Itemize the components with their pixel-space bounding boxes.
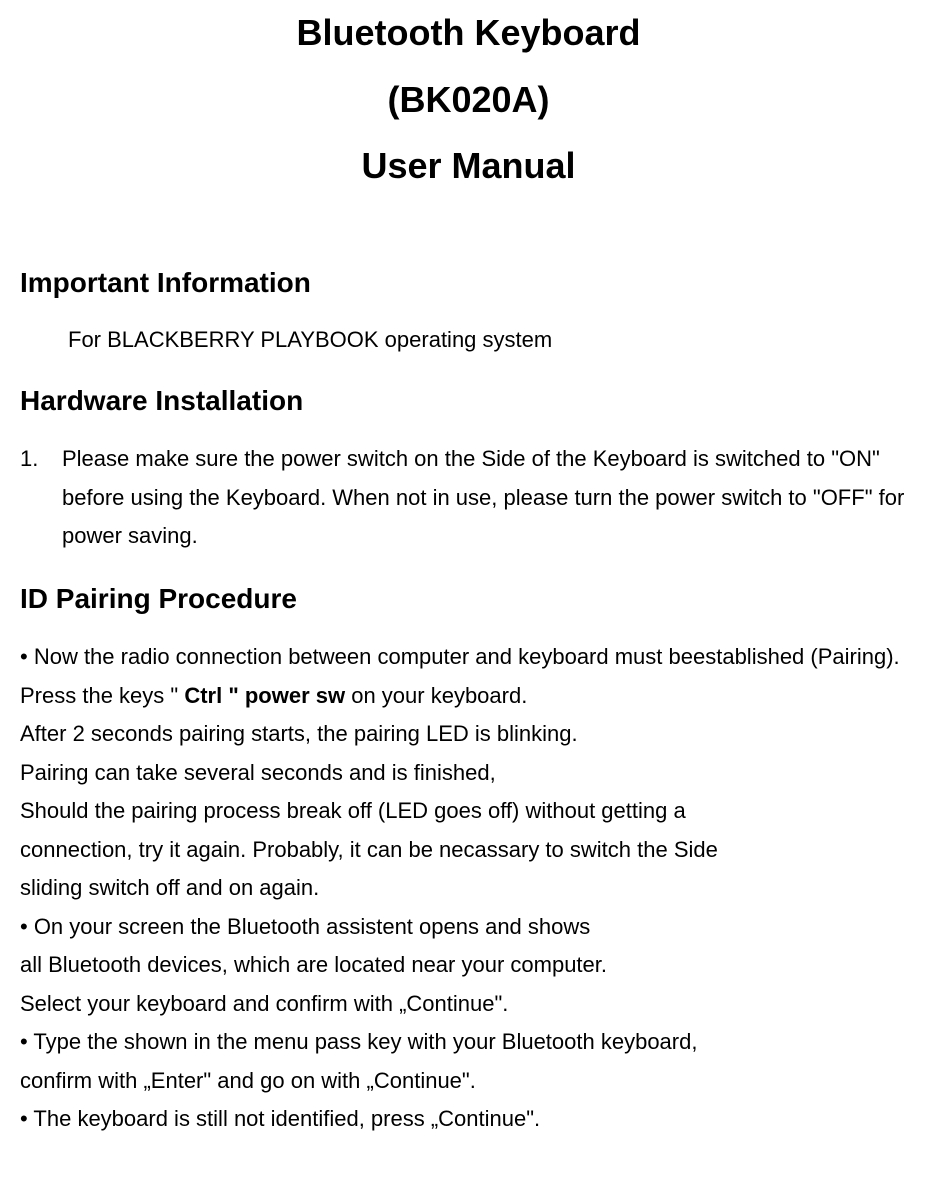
pairing-line-2: After 2 seconds pairing starts, the pair… — [20, 715, 917, 754]
title-line-1: Bluetooth Keyboard — [20, 0, 917, 67]
pairing-p1-bold: Ctrl " power sw — [184, 683, 345, 708]
pairing-line-12: • The keyboard is still not identified, … — [20, 1100, 917, 1139]
important-body: For BLACKBERRY PLAYBOOK operating system — [20, 322, 917, 358]
section-heading-important: Important Information — [20, 260, 917, 306]
pairing-line-5: connection, try it again. Probably, it c… — [20, 831, 917, 870]
item-text: Please make sure the power switch on the… — [62, 446, 904, 548]
title-line-2: (BK020A) — [20, 67, 917, 134]
pairing-line-8: all Bluetooth devices, which are located… — [20, 946, 917, 985]
pairing-line-6: sliding switch off and on again. — [20, 869, 917, 908]
pairing-line-11: confirm with „Enter" and go on with „Con… — [20, 1062, 917, 1101]
pairing-line-1: • Now the radio connection between compu… — [20, 638, 917, 715]
item-number: 1. — [20, 440, 38, 479]
section-heading-pairing: ID Pairing Procedure — [20, 576, 917, 622]
hardware-item-1: 1. Please make sure the power switch on … — [20, 440, 917, 556]
pairing-line-7: • On your screen the Bluetooth assistent… — [20, 908, 917, 947]
title-line-3: User Manual — [20, 133, 917, 200]
pairing-line-10: • Type the shown in the menu pass key wi… — [20, 1023, 917, 1062]
pairing-p1-suffix: on your keyboard. — [345, 683, 527, 708]
pairing-line-4: Should the pairing process break off (LE… — [20, 792, 917, 831]
document-title-block: Bluetooth Keyboard (BK020A) User Manual — [20, 0, 917, 200]
section-heading-hardware: Hardware Installation — [20, 378, 917, 424]
pairing-line-3: Pairing can take several seconds and is … — [20, 754, 917, 793]
pairing-body: • Now the radio connection between compu… — [20, 638, 917, 1139]
pairing-line-9: Select your keyboard and confirm with „C… — [20, 985, 917, 1024]
